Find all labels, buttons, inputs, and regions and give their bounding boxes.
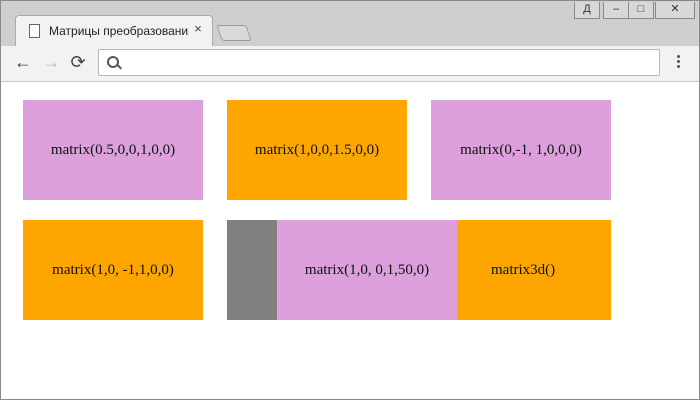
title-bar: Матрицы преобразований × Д – □ ✕ [1, 1, 699, 47]
browser-tab[interactable]: Матрицы преобразований × [15, 15, 213, 47]
matrix-box-scale-y: matrix(1,0,0,1.5,0,0) [227, 100, 407, 200]
matrix-box-scale-x: matrix(0.5,0,0,1,0,0) [23, 100, 203, 200]
matrix-box-rotate: matrix(0,-1, 1,0,0,0) [431, 100, 611, 200]
address-input[interactable] [125, 52, 654, 73]
reload-icon[interactable]: ⟳ [68, 52, 88, 72]
menu-dots-icon[interactable] [671, 55, 685, 73]
search-icon [107, 56, 119, 68]
forward-arrow-icon[interactable]: → [41, 52, 61, 72]
user-button[interactable]: Д [574, 2, 600, 19]
back-arrow-icon[interactable]: ← [13, 52, 33, 72]
browser-window: Матрицы преобразований × Д – □ ✕ ← → ⟳ m… [0, 0, 700, 400]
maximize-button[interactable]: □ [628, 2, 654, 19]
new-tab-button[interactable] [216, 25, 252, 41]
minimize-button[interactable]: – [603, 2, 629, 19]
page-content: matrix(0.5,0,0,1,0,0) matrix(1,0,0,1.5,0… [1, 82, 699, 399]
matrix-box-original-position [227, 220, 277, 320]
matrix-box-translate: matrix(1,0, 0,1,50,0) [277, 220, 457, 320]
browser-toolbar: ← → ⟳ [1, 46, 699, 82]
document-icon [29, 24, 40, 38]
matrix-box-matrix3d: matrix3d() [457, 220, 611, 320]
tab-title: Матрицы преобразований [49, 24, 189, 38]
address-bar[interactable] [98, 49, 660, 76]
tab-close-icon[interactable]: × [192, 22, 204, 36]
matrix-box-skew: matrix(1,0, -1,1,0,0) [23, 220, 203, 320]
close-window-button[interactable]: ✕ [655, 2, 695, 19]
